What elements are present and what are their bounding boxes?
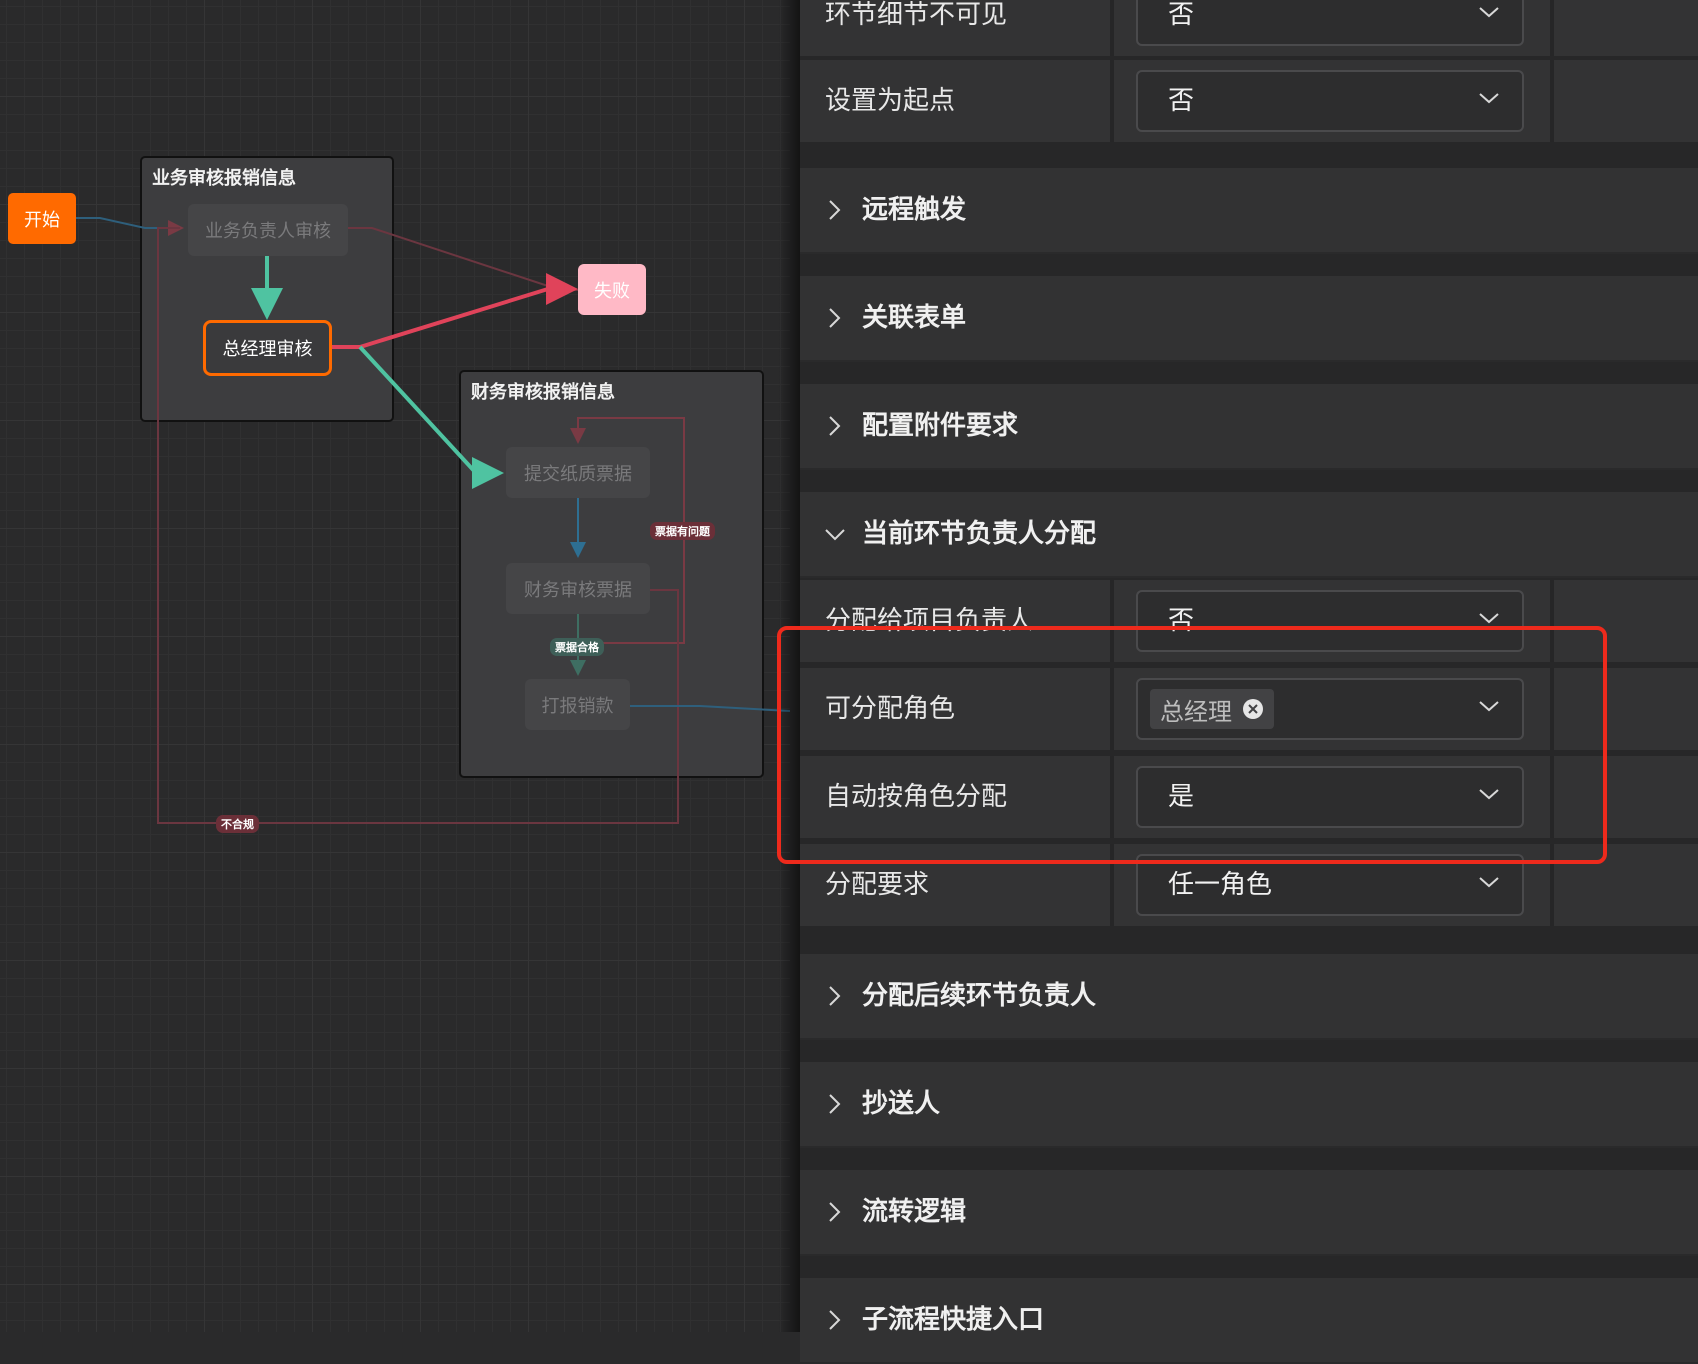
edge-label-ticket-issue: 票据有问题	[650, 522, 715, 540]
edge-label-non-compliant: 不合规	[216, 815, 259, 833]
section-flow-logic[interactable]: 流转逻辑	[800, 1170, 1698, 1256]
edge-label-ticket-ok: 票据合格	[550, 638, 604, 656]
section-subflow-shortcut[interactable]: 子流程快捷入口	[800, 1278, 1698, 1364]
chevron-right-icon	[829, 1094, 841, 1114]
edge-manager-to-fail	[332, 273, 578, 349]
highlight-annotation-box	[777, 626, 1607, 864]
section-cc[interactable]: 抄送人	[800, 1062, 1698, 1148]
flow-edges	[76, 217, 790, 824]
row-step-detail-invisible: 环节细节不可见 否	[800, 0, 1698, 56]
section-remote-trigger[interactable]: 远程触发	[800, 168, 1698, 254]
select-value: 否	[1168, 86, 1195, 116]
section-title: 分配后续环节负责人	[862, 981, 1097, 1011]
row-set-as-start: 设置为起点 否	[800, 60, 1698, 142]
edge-pay-to-next	[630, 705, 790, 712]
section-attachment-requirements[interactable]: 配置附件要求	[800, 384, 1698, 470]
flow-canvas[interactable]: 业务审核报销信息 财务审核报销信息 开始 失败 业务负责人审核 总经理审核 提交…	[0, 0, 790, 1332]
select-value: 任一角色	[1168, 870, 1273, 900]
section-linked-form[interactable]: 关联表单	[800, 276, 1698, 362]
edge-manager-to-submit	[358, 345, 504, 489]
section-current-assignee[interactable]: 当前环节负责人分配	[800, 492, 1698, 578]
edge-business-to-fail	[348, 227, 578, 291]
select-step-detail-invisible[interactable]: 否	[1136, 0, 1524, 46]
chevron-right-icon	[829, 416, 841, 436]
section-title: 当前环节负责人分配	[862, 519, 1097, 549]
edge-start-to-business	[76, 217, 184, 236]
node-finance-audit-receipts[interactable]: 财务审核票据	[506, 563, 650, 614]
section-title: 配置附件要求	[862, 411, 1019, 441]
section-title: 远程触发	[862, 195, 967, 225]
chevron-right-icon	[829, 1310, 841, 1330]
chevron-down-icon	[825, 529, 845, 541]
select-value: 否	[1168, 0, 1195, 30]
chevron-down-icon	[1479, 7, 1499, 18]
section-title: 子流程快捷入口	[862, 1305, 1045, 1335]
chevron-right-icon	[829, 1202, 841, 1222]
select-set-as-start[interactable]: 否	[1136, 70, 1524, 132]
section-next-step-assignee[interactable]: 分配后续环节负责人	[800, 954, 1698, 1040]
node-submit-paper-receipts[interactable]: 提交纸质票据	[506, 447, 650, 498]
node-general-manager-review[interactable]: 总经理审核	[203, 320, 332, 376]
row-label: 环节细节不可见	[825, 0, 1008, 30]
chevron-down-icon	[1479, 93, 1499, 104]
chevron-down-icon	[1479, 877, 1499, 888]
edge-non-compliant-loop	[157, 227, 679, 824]
chevron-right-icon	[829, 200, 841, 220]
node-business-lead-review[interactable]: 业务负责人审核	[188, 204, 348, 256]
section-title: 关联表单	[862, 303, 967, 333]
section-title: 抄送人	[862, 1089, 941, 1119]
row-label: 设置为起点	[825, 86, 956, 116]
node-start[interactable]: 开始	[8, 193, 76, 244]
node-fail[interactable]: 失败	[578, 264, 646, 315]
chevron-right-icon	[829, 308, 841, 328]
section-title: 流转逻辑	[862, 1197, 967, 1227]
node-pay-reimbursement[interactable]: 打报销款	[525, 679, 630, 730]
chevron-right-icon	[829, 986, 841, 1006]
